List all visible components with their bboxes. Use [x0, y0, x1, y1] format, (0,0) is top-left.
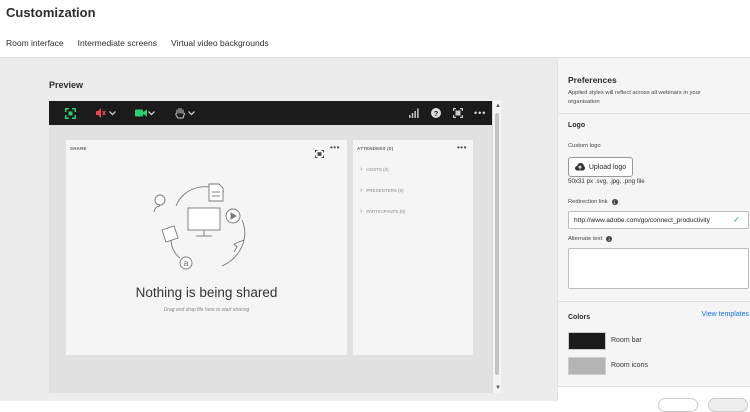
preferences-panel: Preferences Applied styles will reflect …	[557, 58, 750, 412]
chevron-right-icon: ›	[360, 187, 363, 194]
empty-share-title: Nothing is being shared	[135, 285, 278, 300]
panel-footer	[558, 386, 750, 412]
tab-intermediate-screens[interactable]: Intermediate screens	[78, 38, 157, 59]
alternate-text-label: Alternate text i	[568, 236, 613, 242]
custom-logo-label: Custom logo	[568, 143, 601, 149]
alternate-text-label-text: Alternate text	[568, 236, 603, 242]
camera-icon[interactable]	[135, 106, 147, 120]
page-title: Customization	[6, 5, 96, 20]
scroll-thumb[interactable]	[495, 113, 499, 375]
share-pod-title: SHARE	[70, 146, 87, 151]
help-icon[interactable]: ?	[431, 106, 441, 120]
logo-formats: 50x31 px .svg, .jpg, .png file	[568, 178, 645, 185]
chevron-down-icon[interactable]	[188, 106, 195, 120]
raise-hand-icon[interactable]	[175, 106, 186, 120]
attendee-group-participants[interactable]: › PARTICIPANTS (0)	[360, 208, 405, 215]
empty-share-subtitle: Drag and drop file here to start sharing	[163, 307, 250, 313]
info-icon[interactable]: i	[611, 199, 618, 205]
room-bar-color-swatch[interactable]	[568, 332, 606, 350]
divider	[558, 301, 750, 302]
scroll-down-icon[interactable]: ▼	[495, 385, 501, 391]
scroll-up-icon[interactable]: ▲	[495, 103, 501, 109]
tab-room-interface[interactable]: Room interface	[6, 38, 64, 59]
more-icon[interactable]: •••	[474, 106, 486, 120]
preview-label: Preview	[49, 80, 84, 90]
attendee-group-label: HOSTS (0)	[366, 167, 389, 172]
redirection-link-input[interactable]: http://www.adobe.com/go/connect_producti…	[568, 211, 749, 229]
chevron-right-icon: ›	[360, 166, 363, 173]
more-icon[interactable]: •••	[330, 143, 340, 152]
svg-text:?: ?	[434, 109, 439, 118]
upload-logo-label: Upload logo	[588, 163, 627, 171]
layout-icon[interactable]	[453, 106, 463, 120]
preview-scrollbar[interactable]: ▲ ▼	[492, 101, 501, 393]
room-bar: ? •••	[49, 101, 492, 125]
preferences-description: Applied styles will reflect across all w…	[568, 90, 701, 105]
attendee-group-label: PARTICIPANTS (0)	[366, 209, 406, 214]
attendee-group-label: PRESENTERS (0)	[366, 188, 404, 193]
info-icon[interactable]: i	[606, 236, 613, 242]
chevron-down-icon[interactable]	[148, 106, 155, 120]
footer-button[interactable]	[708, 398, 748, 412]
svg-text:a: a	[183, 258, 188, 268]
room-icons-color-label: Room icons	[611, 362, 648, 369]
colors-section-title: Colors	[568, 314, 591, 321]
room-icons-color-swatch[interactable]	[568, 357, 606, 375]
layout-icon[interactable]	[315, 145, 324, 163]
preview-area: Preview ? ••• ▲ ▼ SHARE ••• a Nothing is…	[0, 58, 557, 401]
share-illustration-icon: a	[153, 183, 246, 270]
attendees-pod: ATTENDEES (0) ••• › HOSTS (0) › PRESENTE…	[353, 140, 473, 355]
share-pod: SHARE ••• a Nothing is being shared Drag…	[66, 140, 347, 355]
checkmark-icon: ✓	[733, 215, 740, 224]
alternate-text-input[interactable]	[568, 248, 749, 289]
preferences-title: Preferences	[568, 75, 617, 85]
redirection-link-value: http://www.adobe.com/go/connect_producti…	[574, 217, 710, 224]
custom-logo-label-text: Custom logo	[568, 143, 601, 149]
attendee-group-presenters[interactable]: › PRESENTERS (0)	[360, 187, 404, 194]
redirection-link-label: Redirection link i	[568, 199, 618, 205]
tab-bar: Room interface Intermediate screens Virt…	[6, 38, 283, 59]
chevron-down-icon[interactable]	[109, 106, 116, 120]
fullscreen-icon[interactable]	[65, 106, 76, 120]
room-bar-color-label: Room bar	[611, 337, 642, 344]
redirection-link-label-text: Redirection link	[568, 199, 608, 205]
tab-virtual-video-backgrounds[interactable]: Virtual video backgrounds	[171, 38, 269, 59]
upload-logo-button[interactable]: Upload logo	[568, 157, 633, 177]
footer-button[interactable]	[658, 398, 698, 412]
view-templates-link[interactable]: View templates	[702, 311, 749, 318]
signal-icon[interactable]	[409, 106, 419, 120]
room-preview-frame: ? ••• ▲ ▼ SHARE ••• a Nothing is being s…	[49, 101, 501, 393]
cloud-upload-icon	[574, 163, 585, 171]
attendees-pod-title: ATTENDEES (0)	[357, 146, 394, 151]
logo-section-title: Logo	[568, 122, 586, 129]
chevron-right-icon: ›	[360, 208, 363, 215]
attendee-group-hosts[interactable]: › HOSTS (0)	[360, 166, 389, 173]
divider	[558, 113, 750, 114]
more-icon[interactable]: •••	[457, 143, 467, 152]
mic-muted-icon[interactable]	[95, 106, 107, 120]
